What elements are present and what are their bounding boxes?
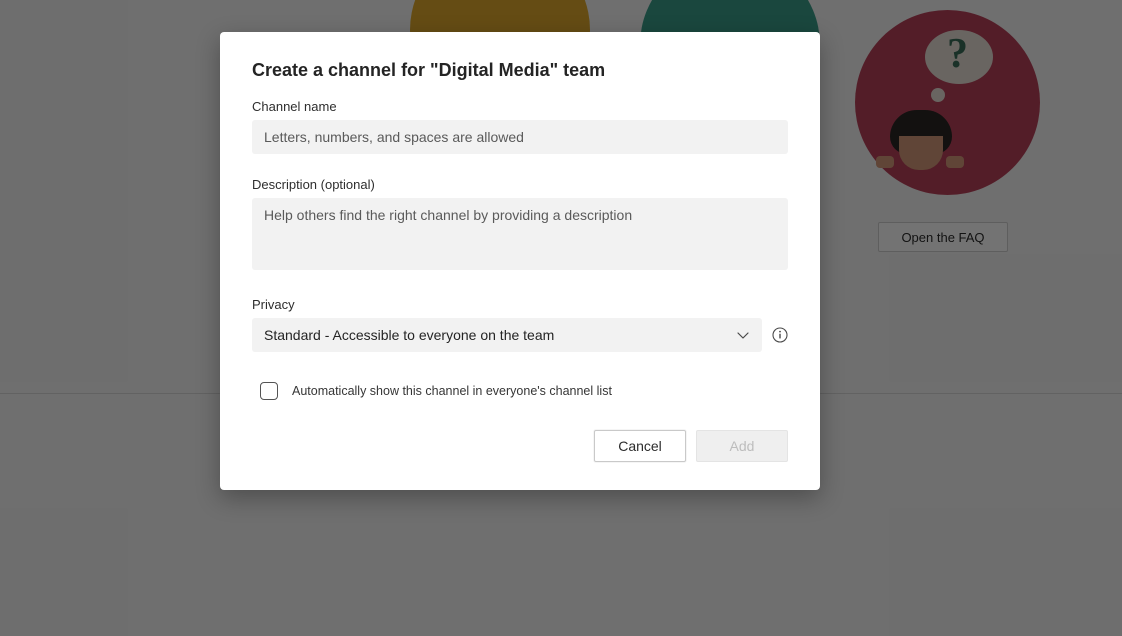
auto-show-label: Automatically show this channel in every… [292,384,612,398]
privacy-select[interactable]: Standard - Accessible to everyone on the… [252,318,762,352]
question-mark-icon: ? [947,30,968,78]
privacy-selected-value: Standard - Accessible to everyone on the… [264,327,554,343]
channel-name-input[interactable] [252,120,788,154]
decorative-circle [855,10,1040,195]
thought-bubble-icon [925,30,993,84]
info-icon[interactable] [772,327,788,343]
cancel-button[interactable]: Cancel [594,430,686,462]
description-input[interactable] [252,198,788,270]
add-button: Add [696,430,788,462]
description-label: Description (optional) [252,177,788,192]
open-faq-button[interactable]: Open the FAQ [878,222,1008,252]
create-channel-dialog: Create a channel for "Digital Media" tea… [220,32,820,490]
auto-show-checkbox[interactable] [260,382,278,400]
dialog-footer: Cancel Add [252,430,788,462]
privacy-label: Privacy [252,297,788,312]
thinking-person-illustration [880,110,960,188]
dialog-title: Create a channel for "Digital Media" tea… [252,60,788,81]
channel-name-label: Channel name [252,99,788,114]
